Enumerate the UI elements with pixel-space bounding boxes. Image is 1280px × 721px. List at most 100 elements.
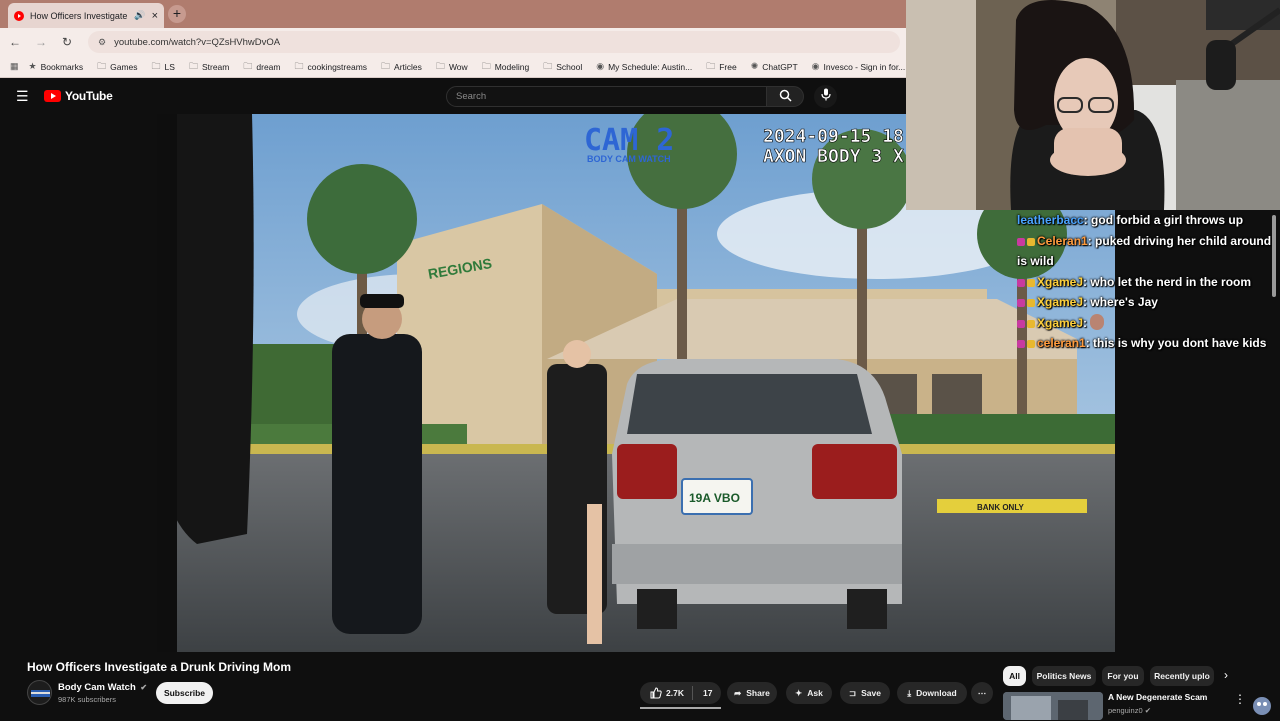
overlay-device: AXON BODY 3 X bbox=[763, 146, 904, 167]
star-icon: ★ bbox=[28, 61, 37, 71]
overlay-cam-sublabel: BODY CAM WATCH bbox=[587, 154, 671, 164]
folder-icon: 🗀 bbox=[151, 60, 161, 71]
bookmark-label: Invesco - Sign in for... bbox=[823, 61, 906, 72]
apps-grid-icon[interactable]: ▦ bbox=[10, 61, 19, 72]
bookmark-label: dream bbox=[256, 61, 281, 72]
download-button[interactable]: ⤓ Download bbox=[897, 682, 967, 704]
voice-search-button[interactable] bbox=[814, 85, 837, 108]
share-label: Share bbox=[746, 688, 770, 698]
chat-username[interactable]: celeran1 bbox=[1037, 336, 1086, 350]
share-arrow-icon: ➦ bbox=[734, 687, 742, 698]
youtube-logo[interactable]: YouTube bbox=[44, 89, 113, 103]
chat-colon: : bbox=[1085, 336, 1094, 350]
bookmark-label: School bbox=[556, 61, 583, 72]
like-count: 2.7K bbox=[666, 688, 684, 698]
chat-message: Celeran1: puked driving her child around… bbox=[1010, 231, 1280, 272]
tab-title: How Officers Investigate a D bbox=[30, 10, 128, 21]
chat-badge-icon bbox=[1017, 319, 1025, 328]
bookmark-school[interactable]: 🗀 School bbox=[543, 59, 582, 75]
folder-icon: 🗀 bbox=[294, 60, 304, 71]
folder-icon: 🗀 bbox=[188, 60, 198, 71]
more-dots-icon: ⋯ bbox=[977, 687, 987, 698]
bookmark-articles[interactable]: 🗀 Articles bbox=[381, 59, 422, 75]
bookmark-dream[interactable]: 🗀 dream bbox=[243, 59, 280, 75]
folder-icon: 🗀 bbox=[381, 60, 391, 71]
streamer-webcam bbox=[906, 0, 1280, 210]
bookmark-invesco-sign-in-for[interactable]: ◉ Invesco - Sign in for... bbox=[812, 61, 906, 72]
bookmark-chatgpt[interactable]: ✺ ChatGPT bbox=[751, 61, 798, 72]
url-omnibox[interactable]: ⚙ youtube.com/watch?v=QZsHVhwDvOA bbox=[88, 31, 900, 53]
forward-arrow-icon[interactable]: → bbox=[30, 35, 52, 49]
bookmark-stream[interactable]: 🗀 Stream bbox=[189, 59, 229, 75]
address-bar-row: ← → ↻ ⚙ youtube.com/watch?v=QZsHVhwDvOA bbox=[0, 28, 906, 56]
channel-name-text: Body Cam Watch bbox=[58, 682, 136, 693]
chip-for-you[interactable]: For you bbox=[1102, 666, 1144, 686]
back-arrow-icon[interactable]: ← bbox=[4, 35, 26, 49]
recommended-thumbnail[interactable] bbox=[1003, 692, 1103, 720]
like-button[interactable]: 2.7K bbox=[640, 682, 692, 704]
bookmark-label: Free bbox=[719, 61, 737, 72]
recommended-more-icon[interactable]: ⋮ bbox=[1234, 692, 1246, 706]
bookmark-wow[interactable]: 🗀 Wow bbox=[436, 59, 468, 75]
browser-tab-active[interactable]: How Officers Investigate a D 🔊 × bbox=[8, 3, 164, 28]
bookmark-label: Games bbox=[110, 61, 138, 72]
site-icon: ◉ bbox=[596, 61, 605, 71]
site-info-icon[interactable]: ⚙ bbox=[98, 37, 106, 48]
like-dislike-group: 2.7K 17 bbox=[640, 682, 721, 704]
reload-icon[interactable]: ↻ bbox=[56, 35, 78, 49]
chat-text: who let the nerd in the room bbox=[1090, 274, 1252, 289]
chat-username[interactable]: XgameJ bbox=[1037, 316, 1083, 330]
video-title: How Officers Investigate a Drunk Driving… bbox=[27, 660, 292, 674]
search-input[interactable]: Search bbox=[446, 86, 767, 107]
chat-username[interactable]: leatherbacc bbox=[1017, 213, 1084, 227]
download-label: Download bbox=[916, 688, 957, 698]
chat-username[interactable]: XgameJ bbox=[1037, 275, 1083, 289]
dislike-button[interactable]: 17 bbox=[693, 682, 712, 704]
recommended-channel[interactable]: penguinz0 ✔ bbox=[1108, 706, 1151, 715]
bookmark-bookmarks[interactable]: ★ Bookmarks bbox=[29, 61, 84, 72]
chat-message: XgameJ: where's Jay bbox=[1010, 292, 1280, 313]
hamburger-menu-icon[interactable]: ☰ bbox=[16, 88, 29, 105]
chat-scrollbar[interactable] bbox=[1272, 215, 1276, 297]
thumbnail-image bbox=[1003, 692, 1103, 720]
chat-colon: : bbox=[1087, 233, 1096, 248]
bookmark-free[interactable]: 🗀 Free bbox=[706, 59, 737, 75]
chip-politics-news[interactable]: Politics News bbox=[1032, 666, 1096, 686]
bookmark-my-schedule-austin[interactable]: ◉ My Schedule: Austin... bbox=[596, 61, 692, 72]
recommended-title[interactable]: A New Degenerate Scam bbox=[1108, 692, 1207, 702]
ask-button[interactable]: ✦ Ask bbox=[786, 682, 832, 704]
bookmark-ls[interactable]: 🗀 LS bbox=[152, 59, 175, 75]
bookmark-icon: ⊐ bbox=[849, 687, 857, 698]
bookmark-modeling[interactable]: 🗀 Modeling bbox=[482, 59, 530, 75]
sparkle-icon: ✦ bbox=[795, 687, 803, 698]
chip-all[interactable]: All bbox=[1003, 666, 1026, 686]
recommended-channel-name: penguinz0 bbox=[1108, 706, 1143, 715]
folder-icon: 🗀 bbox=[706, 60, 716, 71]
chat-text: where's Jay bbox=[1090, 295, 1158, 309]
thumbs-up-icon bbox=[650, 687, 662, 699]
chat-message: XgameJ: bbox=[1010, 313, 1280, 334]
chips-next-chevron-icon[interactable]: › bbox=[1224, 668, 1228, 682]
bookmark-cookingstreams[interactable]: 🗀 cookingstreams bbox=[294, 59, 367, 75]
chat-username[interactable]: XgameJ bbox=[1037, 295, 1083, 309]
chat-badge-icon bbox=[1027, 278, 1035, 287]
new-tab-button[interactable]: + bbox=[168, 5, 186, 23]
share-button[interactable]: ➦ Share bbox=[727, 682, 777, 704]
channel-avatar[interactable] bbox=[27, 680, 52, 705]
bookmark-label: cookingstreams bbox=[307, 61, 368, 72]
like-ratio-bar bbox=[640, 707, 721, 709]
chip-recently-uploaded[interactable]: Recently uplo bbox=[1150, 666, 1214, 686]
verified-check-icon: ✔ bbox=[140, 683, 148, 692]
audio-playing-icon[interactable]: 🔊 bbox=[134, 10, 145, 21]
save-button[interactable]: ⊐ Save bbox=[840, 682, 890, 704]
tab-close-icon[interactable]: × bbox=[152, 10, 158, 22]
bookmark-games[interactable]: 🗀 Games bbox=[97, 59, 137, 75]
subscribe-button[interactable]: Subscribe bbox=[156, 682, 213, 704]
bookmark-label: Articles bbox=[394, 61, 422, 72]
channel-name[interactable]: Body Cam Watch ✔ bbox=[58, 682, 147, 693]
site-icon: ◉ bbox=[811, 61, 820, 71]
more-actions-button[interactable]: ⋯ bbox=[971, 682, 993, 704]
overlay-cam-label: CAM 2 bbox=[584, 123, 674, 158]
chat-username[interactable]: Celeran1 bbox=[1037, 234, 1088, 248]
search-button[interactable] bbox=[766, 86, 804, 107]
